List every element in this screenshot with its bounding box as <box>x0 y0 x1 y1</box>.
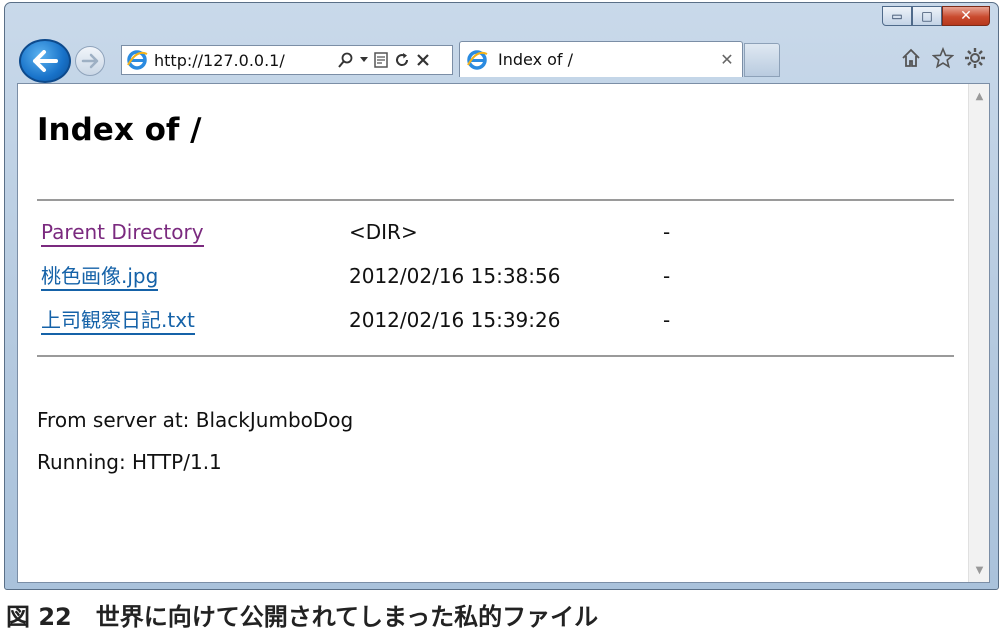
page-title: Index of / <box>37 112 202 148</box>
address-tools <box>338 52 430 68</box>
page-content: Index of / Parent Directory <DIR> - 桃色画像… <box>17 83 990 583</box>
new-tab-button[interactable] <box>744 43 780 77</box>
close-button[interactable]: ✕ <box>942 6 990 26</box>
entry-name: 桃色画像.jpg <box>41 258 159 294</box>
back-icon <box>33 50 58 72</box>
server-info: From server at: BlackJumboDog Running: H… <box>37 404 353 488</box>
settings-gear-icon[interactable] <box>964 47 986 69</box>
dropdown-icon[interactable] <box>360 57 368 63</box>
top-divider <box>37 199 954 201</box>
stop-icon[interactable] <box>416 53 430 67</box>
file-link[interactable]: 桃色画像.jpg <box>41 264 159 291</box>
scroll-down-arrow-icon[interactable]: ▼ <box>969 560 990 580</box>
back-button[interactable] <box>19 39 71 83</box>
entry-size: - <box>663 264 671 288</box>
parent-directory-link[interactable]: Parent Directory <box>41 220 204 247</box>
refresh-icon[interactable] <box>394 52 410 68</box>
list-item: 桃色画像.jpg 2012/02/16 15:38:56 - <box>37 258 937 302</box>
entry-name: 上司観察日記.txt <box>41 302 195 338</box>
scroll-up-arrow-icon[interactable]: ▲ <box>969 86 990 106</box>
browser-window: ▭ □ ✕ http://127.0.0.1/ Index of / ✕ Ind… <box>4 2 999 590</box>
directory-listing-page: Index of / Parent Directory <DIR> - 桃色画像… <box>18 84 968 582</box>
navigation-bar: http://127.0.0.1/ Index of / ✕ <box>17 37 990 83</box>
entry-date: <DIR> <box>349 220 418 244</box>
compat-view-icon[interactable] <box>374 52 388 68</box>
minimize-button[interactable]: ▭ <box>882 6 912 26</box>
entry-date: 2012/02/16 15:39:26 <box>349 308 561 332</box>
figure-caption: 図 22 世界に向けて公開されてしまった私的ファイル <box>6 603 599 631</box>
ie-logo-icon <box>467 49 488 70</box>
tab-close-icon[interactable]: ✕ <box>712 50 742 69</box>
address-url[interactable]: http://127.0.0.1/ <box>154 51 334 70</box>
list-item: 上司観察日記.txt 2012/02/16 15:39:26 - <box>37 302 937 346</box>
server-name: From server at: BlackJumboDog <box>37 408 354 432</box>
entry-name: Parent Directory <box>41 214 204 250</box>
entry-size: - <box>663 220 671 244</box>
bottom-divider <box>37 355 954 357</box>
tab-index[interactable]: Index of / ✕ <box>459 41 743 77</box>
list-item: Parent Directory <DIR> - <box>37 214 937 258</box>
server-protocol: Running: HTTP/1.1 <box>37 450 222 474</box>
file-link[interactable]: 上司観察日記.txt <box>41 308 195 335</box>
favorites-star-icon[interactable] <box>932 47 954 69</box>
entry-size: - <box>663 308 671 332</box>
tab-title: Index of / <box>498 50 574 69</box>
forward-button[interactable] <box>75 46 105 76</box>
entry-date: 2012/02/16 15:38:56 <box>349 264 561 288</box>
vertical-scrollbar[interactable]: ▲ ▼ <box>968 84 989 582</box>
home-icon[interactable] <box>900 47 922 69</box>
maximize-button[interactable]: □ <box>912 6 942 26</box>
forward-icon <box>81 53 99 69</box>
file-list: Parent Directory <DIR> - 桃色画像.jpg 2012/0… <box>37 214 937 346</box>
ie-logo-icon <box>127 50 148 70</box>
search-icon[interactable] <box>338 52 354 68</box>
window-controls: ▭ □ ✕ <box>882 6 990 26</box>
command-icons <box>900 47 986 69</box>
address-bar[interactable]: http://127.0.0.1/ <box>121 45 453 75</box>
